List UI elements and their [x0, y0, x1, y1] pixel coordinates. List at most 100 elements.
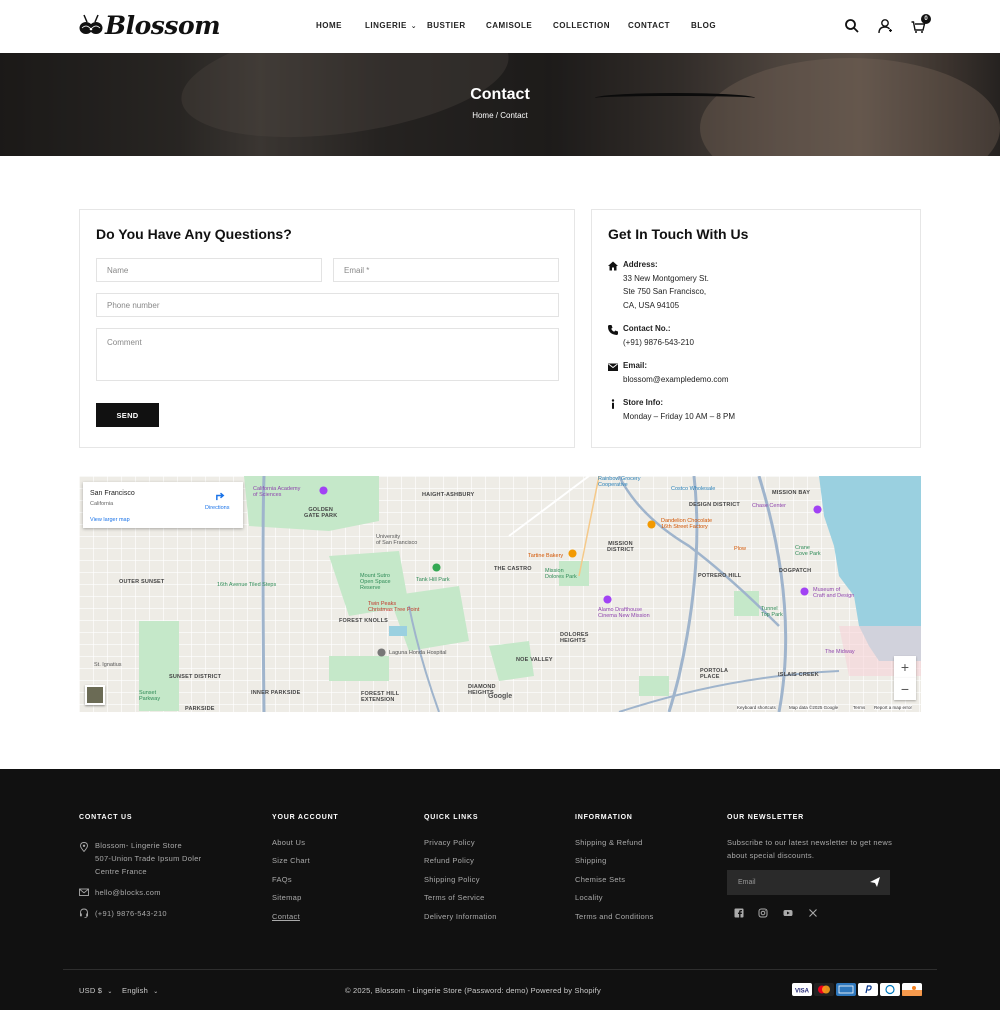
nav-contact[interactable]: CONTACT [628, 21, 691, 30]
store-value: Monday – Friday 10 AM – 8 PM [623, 411, 736, 421]
diners-mark [885, 984, 895, 995]
user-icon[interactable] [877, 18, 893, 34]
directions-link[interactable]: Directions [205, 505, 229, 511]
zoom-out-button[interactable]: − [894, 678, 916, 700]
comment-field[interactable]: Comment [96, 328, 559, 381]
map-poi[interactable]: Tartine Bakery [528, 553, 563, 559]
email-value[interactable]: blossom@exampledemo.com [623, 373, 729, 387]
nav-blog[interactable]: BLOG [691, 21, 716, 30]
satellite-toggle[interactable] [85, 685, 105, 705]
keyboard-shortcuts-link[interactable]: Keyboard shortcuts [737, 705, 776, 710]
nav-collection[interactable]: COLLECTION [553, 21, 628, 30]
footer-link-size-chart[interactable]: Size Chart [272, 856, 310, 865]
map-poi[interactable]: California Academy of Sciences [253, 486, 300, 498]
footer-link-about[interactable]: About Us [272, 838, 305, 847]
map-pin-icon [813, 505, 822, 514]
name-field[interactable]: Name [96, 258, 322, 282]
paypal-icon [858, 983, 878, 996]
map-poi[interactable]: Twin Peaks Christmas Tree Point [368, 601, 419, 613]
footer-link-locality[interactable]: Locality [575, 893, 603, 902]
breadcrumb[interactable]: Home / Contact [0, 111, 1000, 120]
map-poi[interactable]: Museum of Craft and Design [813, 587, 854, 599]
footer-link-shipping-refund[interactable]: Shipping & Refund [575, 838, 643, 847]
footer-link-privacy[interactable]: Privacy Policy [424, 838, 475, 847]
copyright: © 2025, Blossom - Lingerie Store (Passwo… [345, 986, 601, 995]
send-button[interactable]: SEND [96, 403, 159, 427]
nav-lingerie[interactable]: LINGERIE ⌄ [365, 21, 427, 30]
report-map-error-link[interactable]: Report a map error [874, 705, 913, 710]
phone-icon [608, 325, 618, 335]
directions-icon[interactable] [215, 490, 226, 501]
footer-link-shipping-policy[interactable]: Shipping Policy [424, 875, 480, 884]
map-poi[interactable]: Rainbow Grocery Cooperative [598, 476, 641, 488]
map-poi[interactable]: Plow [734, 546, 746, 552]
map-poi[interactable]: Laguna Honda Hospital [389, 650, 447, 656]
map-label: PORTOLA PLACE [700, 668, 729, 680]
store-block: Store Info: Monday – Friday 10 AM – 8 PM [607, 396, 735, 423]
newsletter-email-input[interactable]: Email [727, 870, 890, 895]
map-poi[interactable]: Tank Hill Park [416, 577, 450, 583]
footer-link-faqs[interactable]: FAQs [272, 875, 292, 884]
nav-camisole[interactable]: CAMISOLE [486, 21, 553, 30]
nav-bustier[interactable]: BUSTIER [427, 21, 486, 30]
map-poi[interactable]: Mount Sutro Open Space Reserve [360, 573, 391, 591]
footer-email[interactable]: hello@blocks.com [95, 888, 161, 897]
phone-field[interactable]: Phone number [96, 293, 559, 317]
nav-home[interactable]: HOME [316, 21, 365, 30]
footer-link-sitemap[interactable]: Sitemap [272, 893, 302, 902]
footer-link-shipping[interactable]: Shipping [575, 856, 607, 865]
footer-phone[interactable]: (+91) 9876-543-210 [95, 909, 167, 918]
map-label: DESIGN DISTRICT [689, 502, 740, 508]
page-banner: Contact Home / Contact [0, 53, 1000, 156]
facebook-icon[interactable] [734, 908, 744, 918]
terms-link[interactable]: Terms [853, 705, 866, 710]
search-icon[interactable] [844, 18, 860, 34]
view-larger-map-link[interactable]: View larger map [90, 517, 130, 523]
email-field[interactable]: Email * [333, 258, 559, 282]
footer-link-refund[interactable]: Refund Policy [424, 856, 474, 865]
phone-placeholder: Phone number [107, 300, 160, 310]
map-label: OUTER SUNSET [119, 579, 165, 585]
address-line: CA, USA 94105 [623, 300, 680, 310]
logo[interactable]: Blossom [79, 11, 221, 40]
map-poi[interactable]: Crane Cove Park [795, 545, 821, 557]
map-poi[interactable]: Alamo Drafthouse Cinema New Mission [598, 607, 650, 619]
cart-button[interactable]: 0 [910, 14, 931, 34]
footer-link-chemise[interactable]: Chemise Sets [575, 875, 625, 884]
map-poi[interactable]: Tunnel Top Park [761, 606, 783, 618]
map-poi[interactable]: Costco Wholesale [671, 486, 715, 492]
send-icon[interactable] [869, 876, 881, 888]
footer-link-terms[interactable]: Terms of Service [424, 893, 485, 902]
contact-label: Contact No.: [623, 324, 671, 333]
map-poi[interactable]: 16th Avenue Tiled Steps [217, 582, 276, 588]
diners-icon [880, 983, 900, 996]
instagram-icon[interactable] [758, 908, 768, 918]
email-block: Email: blossom@exampledemo.com [607, 359, 729, 386]
footer-link-delivery[interactable]: Delivery Information [424, 912, 497, 921]
map-pin-icon [319, 486, 328, 495]
footer-newsletter-heading: OUR NEWSLETTER [727, 814, 804, 821]
map-poi[interactable]: Dandelion Chocolate 16th Street Factory [661, 518, 712, 530]
footer-contact-heading: CONTACT US [79, 814, 133, 821]
map-poi[interactable]: Mission Dolores Park [545, 568, 577, 580]
nav-label: BUSTIER [427, 21, 466, 30]
x-icon[interactable] [808, 908, 818, 918]
amex-mark [838, 985, 854, 994]
language-selector[interactable]: English ⌄ [122, 986, 159, 995]
main-nav: HOME LINGERIE ⌄ BUSTIER CAMISOLE COLLECTI… [316, 21, 716, 30]
youtube-icon[interactable] [783, 908, 793, 918]
map-poi[interactable]: The Midway [825, 649, 855, 655]
footer-address: Blossom- Lingerie Store 507-Union Trade … [95, 839, 201, 878]
map-poi[interactable]: Chase Center [752, 503, 786, 509]
google-map[interactable]: San Francisco California View larger map… [79, 476, 921, 712]
footer-link-terms-conditions[interactable]: Terms and Conditions [575, 912, 654, 921]
zoom-in-button[interactable]: + [894, 656, 916, 678]
map-poi[interactable]: University of San Francisco [376, 534, 417, 546]
contact-value[interactable]: (+91) 9876-543-210 [623, 336, 694, 350]
map-data-attribution: Map data ©2025 Google [789, 705, 839, 710]
map-pin-icon [603, 595, 612, 604]
footer-divider [63, 969, 937, 970]
footer-link-contact[interactable]: Contact [272, 912, 300, 921]
currency-selector[interactable]: USD $ ⌄ [79, 986, 113, 995]
map-label: DOLORES HEIGHTS [560, 632, 589, 644]
